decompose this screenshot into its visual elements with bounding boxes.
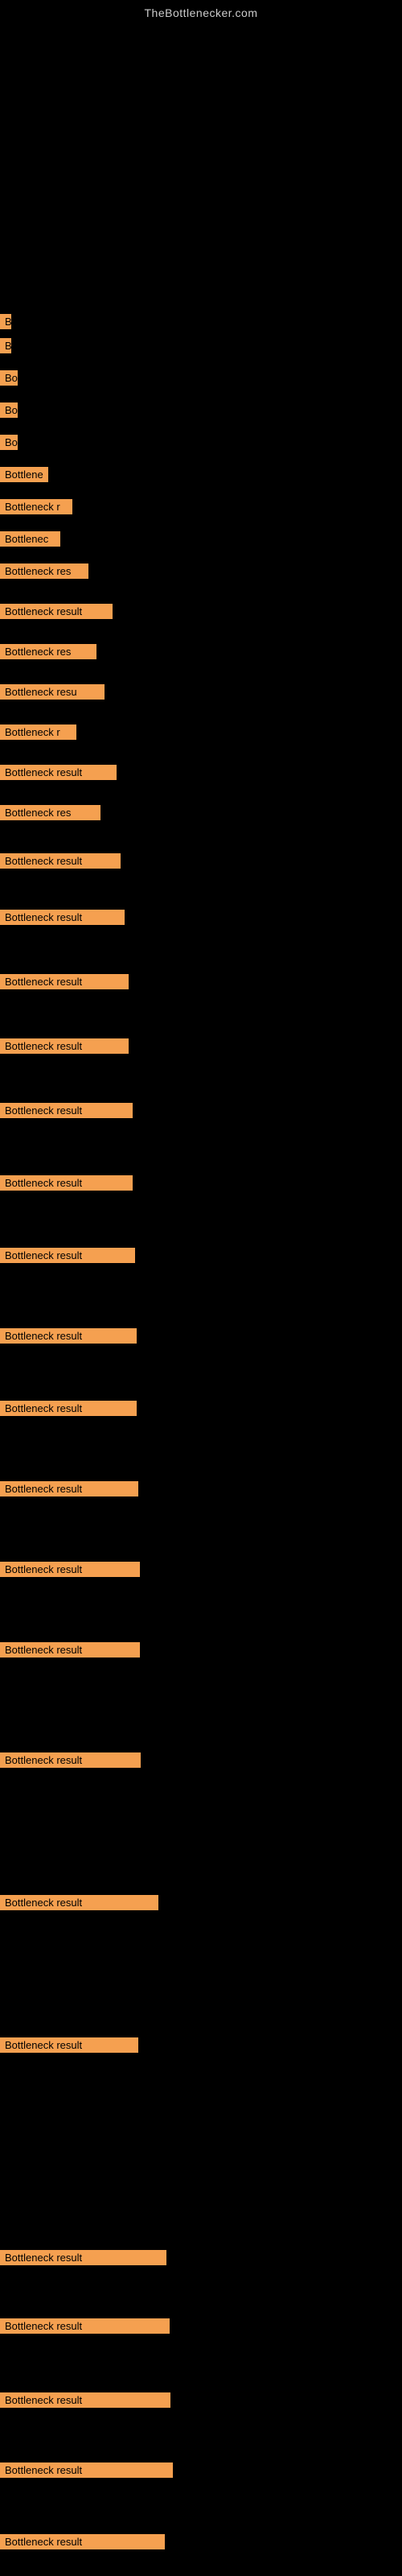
bottleneck-result-item: Bottleneck result [0,2250,166,2265]
bottleneck-result-item: Bottleneck res [0,805,100,820]
bottleneck-result-item: Bottleneck resu [0,684,105,700]
bottleneck-result-item: Bottleneck result [0,1038,129,1054]
bottleneck-result-item: Bo [0,435,18,450]
bottleneck-result-item: Bottleneck res [0,564,88,579]
bottleneck-result-item: Bottleneck result [0,2037,138,2053]
bottleneck-result-item: Bottleneck result [0,765,117,780]
bottleneck-result-item: Bottlene [0,467,48,482]
bottleneck-result-item: Bottleneck result [0,1642,140,1657]
bottleneck-result-item: Bottleneck r [0,724,76,740]
bottleneck-result-item: Bottleneck result [0,1328,137,1344]
bottleneck-result-item: Bottleneck result [0,1895,158,1910]
bottleneck-result-item: Bottleneck r [0,499,72,514]
bottleneck-result-item: Bottleneck result [0,910,125,925]
bottleneck-result-item: Bottleneck result [0,604,113,619]
site-title: TheBottlenecker.com [0,0,402,19]
bottleneck-result-item: Bottleneck result [0,1562,140,1577]
bottleneck-result-item: Bottlenec [0,531,60,547]
bottleneck-result-item: Bottleneck result [0,974,129,989]
bottleneck-result-item: Bottleneck result [0,853,121,869]
bottleneck-result-item: Bottleneck result [0,2462,173,2478]
bottleneck-result-item: B [0,338,11,353]
bottleneck-result-item: Bottleneck result [0,1103,133,1118]
bottleneck-result-item: Bottleneck result [0,1481,138,1496]
bottleneck-result-item: Bottleneck result [0,2318,170,2334]
bottleneck-result-item: Bottleneck result [0,1752,141,1768]
bottleneck-result-item: Bottleneck result [0,2534,165,2549]
bottleneck-result-item: Bottleneck result [0,1175,133,1191]
bottleneck-result-item: Bo [0,370,18,386]
bottleneck-result-item: Bottleneck result [0,2392,170,2408]
bottleneck-result-item: Bo [0,402,18,418]
bottleneck-result-item: Bottleneck result [0,1401,137,1416]
bottleneck-result-item: B [0,314,11,329]
bottleneck-result-item: Bottleneck res [0,644,96,659]
bottleneck-result-item: Bottleneck result [0,1248,135,1263]
